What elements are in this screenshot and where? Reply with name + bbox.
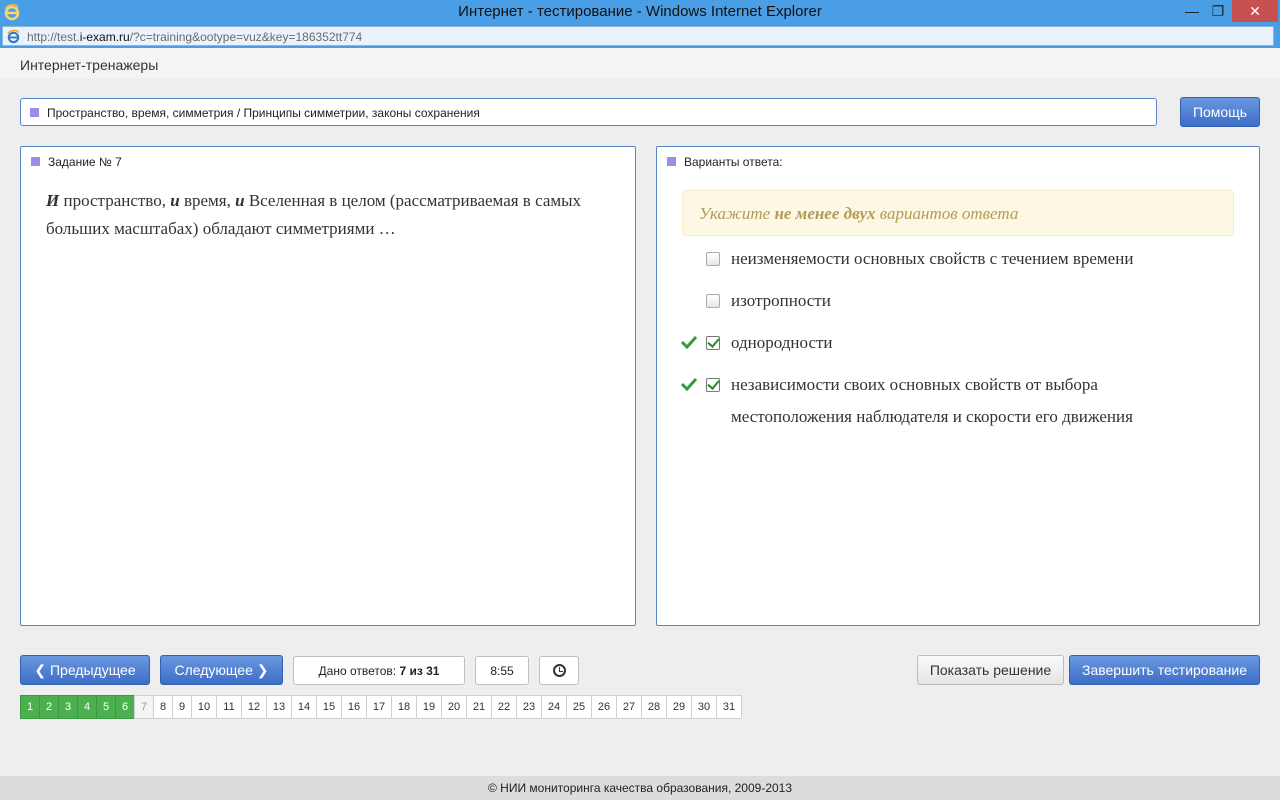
page-link-23[interactable]: 23 [516, 695, 542, 719]
minimize-button[interactable]: — [1178, 0, 1206, 22]
page-link-12[interactable]: 12 [241, 695, 267, 719]
task-text-2: время, [179, 191, 236, 210]
hint-box: Укажите не менее двух вариантов ответа [682, 190, 1234, 236]
address-bar: http://test.i-exam.ru/?c=training&ootype… [0, 24, 1280, 48]
correct-check-icon [681, 335, 697, 349]
square-bullet-icon [667, 157, 676, 166]
url-host: i-exam.ru [79, 30, 130, 44]
task-emph-2: и [170, 191, 180, 210]
square-bullet-icon [31, 157, 40, 166]
page-link-22[interactable]: 22 [491, 695, 517, 719]
task-emph-3: и [235, 191, 245, 210]
page-link-21[interactable]: 21 [466, 695, 492, 719]
app-header: Интернет-тренажеры [0, 48, 1280, 78]
answers-header: Варианты ответа: [667, 155, 783, 169]
page-link-10[interactable]: 10 [191, 695, 217, 719]
correct-check-icon [681, 377, 697, 391]
url-prefix: http://test. [27, 30, 80, 44]
square-bullet-icon [30, 108, 39, 117]
hint-prefix: Укажите [699, 204, 775, 223]
page-link-18[interactable]: 18 [391, 695, 417, 719]
page-link-6[interactable]: 6 [115, 695, 135, 719]
answer-panel: Варианты ответа: Укажите не менее двух в… [656, 146, 1260, 626]
task-header-label: Задание № 7 [48, 155, 122, 169]
maximize-button[interactable]: ❐ [1204, 0, 1232, 22]
task-emph-1: И [46, 191, 60, 210]
next-button[interactable]: Следующее ❯ [160, 655, 283, 685]
footer: © НИИ мониторинга качества образования, … [0, 776, 1280, 800]
clock-icon [553, 664, 566, 677]
answers-count-value: 7 из 31 [399, 664, 440, 678]
chevron-left-icon: ❮ [34, 662, 50, 678]
page-link-14[interactable]: 14 [291, 695, 317, 719]
window-title: Интернет - тестирование - Windows Intern… [458, 3, 822, 20]
topic-breadcrumb: Пространство, время, симметрия / Принцип… [20, 98, 1157, 126]
ie-small-icon [7, 29, 20, 44]
page-link-25[interactable]: 25 [566, 695, 592, 719]
timer: 8:55 [475, 656, 529, 685]
finish-test-button[interactable]: Завершить тестирование [1069, 655, 1260, 685]
page-link-26[interactable]: 26 [591, 695, 617, 719]
option-checkbox[interactable] [706, 294, 720, 308]
page-link-20[interactable]: 20 [441, 695, 467, 719]
option-label: однородности [731, 333, 833, 352]
answers-header-label: Варианты ответа: [684, 155, 783, 169]
option-checkbox[interactable] [706, 252, 720, 266]
page-link-2[interactable]: 2 [39, 695, 59, 719]
option-label: изотропности [731, 291, 831, 310]
hint-suffix: вариантов ответа [875, 204, 1019, 223]
task-header: Задание № 7 [31, 155, 122, 169]
page-link-31[interactable]: 31 [716, 695, 742, 719]
page-link-11[interactable]: 11 [216, 695, 242, 719]
previous-label: Предыдущее [49, 662, 136, 678]
page-link-30[interactable]: 30 [691, 695, 717, 719]
answers-count-label: Дано ответов: [318, 664, 400, 678]
page-link-24[interactable]: 24 [541, 695, 567, 719]
page-link-4[interactable]: 4 [77, 695, 97, 719]
previous-button[interactable]: ❮ Предыдущее [20, 655, 150, 685]
question-pager: 1 2 3 4 5 6 7 8 9 10 11 12 13 14 15 16 17 18 19 20 21 22 23 24 2… [20, 695, 742, 719]
page-link-15[interactable]: 15 [316, 695, 342, 719]
page-link-28[interactable]: 28 [641, 695, 667, 719]
page-link-17[interactable]: 17 [366, 695, 392, 719]
url-rest: /?c=training&ootype=vuz&key=186352tt774 [129, 30, 363, 44]
window-titlebar: Интернет - тестирование - Windows Intern… [0, 0, 1280, 24]
option-label: независимости своих основных свойств от … [731, 375, 1133, 426]
page-link-27[interactable]: 27 [616, 695, 642, 719]
url-field[interactable]: http://test.i-exam.ru/?c=training&ootype… [2, 26, 1274, 46]
page-link-1[interactable]: 1 [20, 695, 40, 719]
option-label: неизменяемости основных свойств с течени… [731, 249, 1134, 268]
next-label: Следующее [174, 662, 253, 678]
task-panel: Задание № 7 И пространство, и время, и В… [20, 146, 636, 626]
page-link-19[interactable]: 19 [416, 695, 442, 719]
page-link-8[interactable]: 8 [153, 695, 173, 719]
page-link-5[interactable]: 5 [96, 695, 116, 719]
page-link-3[interactable]: 3 [58, 695, 78, 719]
task-text-1: пространство, [59, 191, 171, 210]
topic-text: Пространство, время, симметрия / Принцип… [47, 106, 480, 120]
option-checkbox[interactable] [706, 378, 720, 392]
page-link-7[interactable]: 7 [134, 695, 154, 719]
url-text: http://test.i-exam.ru/?c=training&ootype… [27, 30, 362, 44]
close-button[interactable]: ✕ [1232, 0, 1278, 22]
help-button[interactable]: Помощь [1180, 97, 1260, 127]
task-question: И пространство, и время, и Вселенная в ц… [46, 187, 606, 243]
option-checkbox[interactable] [706, 336, 720, 350]
page-link-29[interactable]: 29 [666, 695, 692, 719]
page-link-16[interactable]: 16 [341, 695, 367, 719]
page-link-13[interactable]: 13 [266, 695, 292, 719]
answers-count: Дано ответов: 7 из 31 [293, 656, 465, 685]
app-title: Интернет-тренажеры [20, 57, 159, 73]
chevron-right-icon: ❯ [252, 662, 269, 678]
hint-bold: не менее двух [774, 204, 876, 223]
page-link-9[interactable]: 9 [172, 695, 192, 719]
show-solution-button[interactable]: Показать решение [917, 655, 1064, 685]
clock-button[interactable] [539, 656, 579, 685]
hint-text: Укажите не менее двух вариантов ответа [699, 204, 1018, 224]
